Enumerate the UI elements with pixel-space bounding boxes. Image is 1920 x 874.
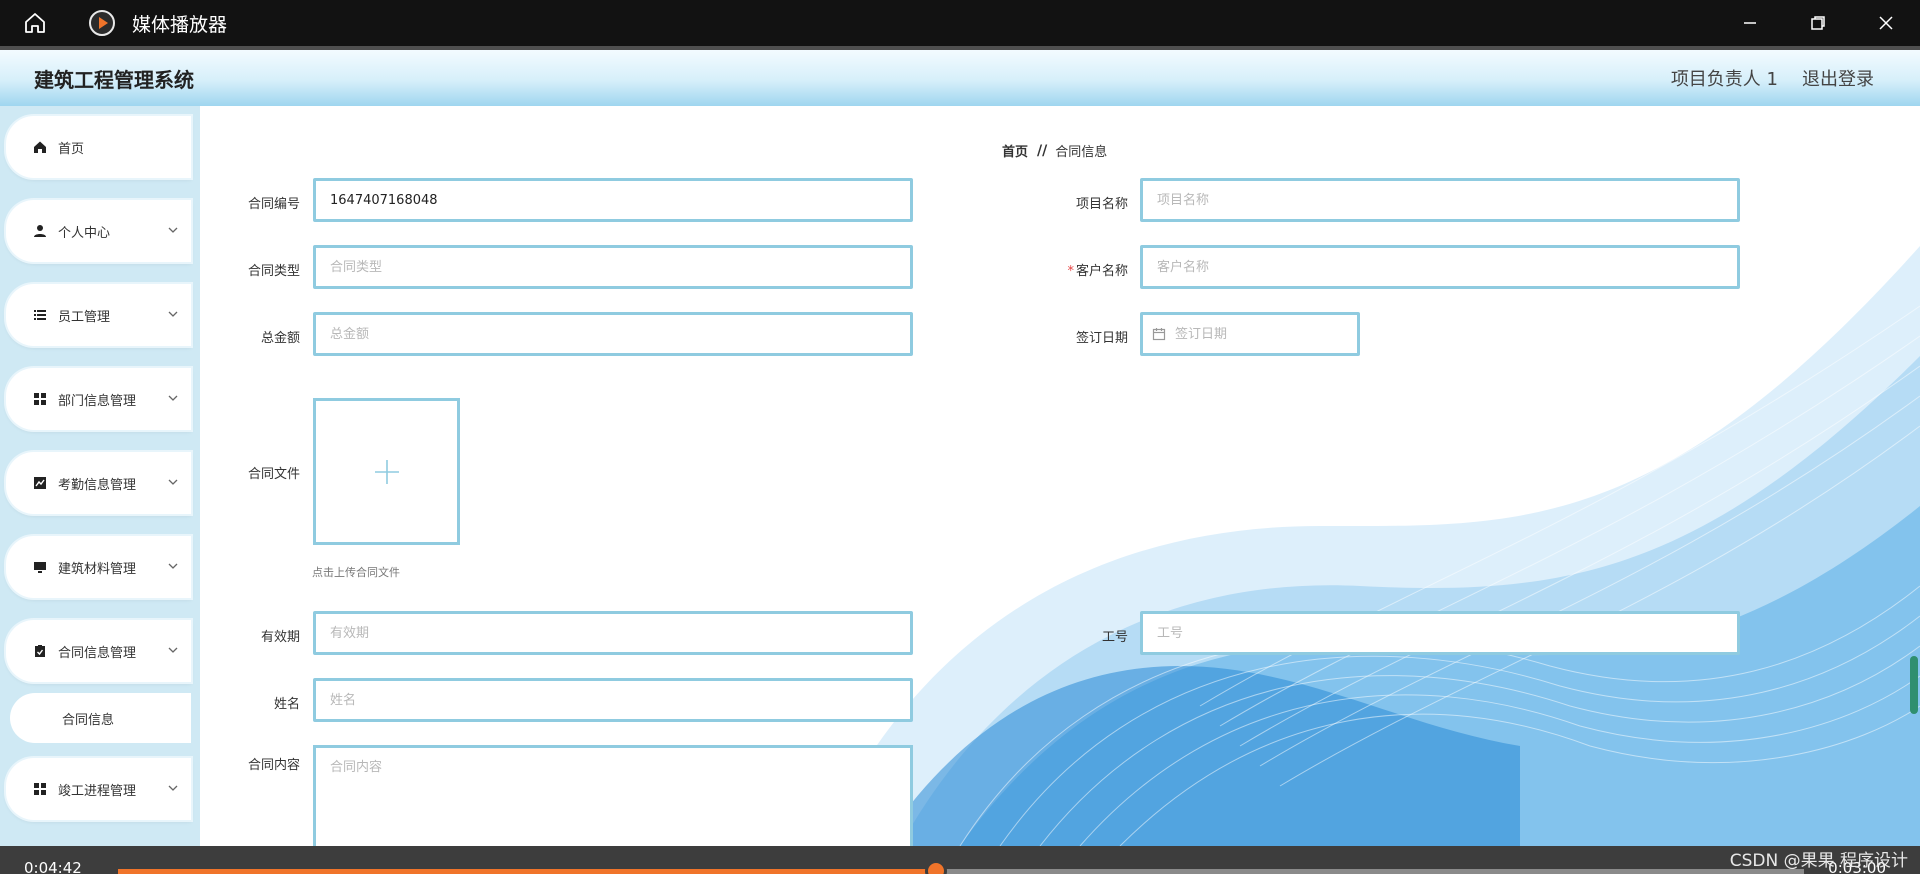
content-textarea[interactable] [313,745,913,846]
breadcrumb-separator: // [1037,142,1048,159]
player-title: 媒体播放器 [132,13,228,36]
player-control-bar: 0:04:42 0:03:00 CSDN @果果 程序设计 [0,846,1920,874]
logout-link[interactable]: 退出登录 [1802,65,1874,91]
sidebar-item-personal-center[interactable]: 个人中心 [6,200,191,262]
sidebar-item-attendance[interactable]: 考勤信息管理 [6,452,191,514]
window-controls [1716,0,1920,46]
list-icon [32,307,48,323]
sidebar-item-staff[interactable]: 员工管理 [6,284,191,346]
upload-hint: 点击上传合同文件 [312,566,400,579]
customer-name-label-text: 客户名称 [1075,264,1128,279]
sidebar-item-department[interactable]: 部门信息管理 [6,368,191,430]
breadcrumb-home[interactable]: 首页 [1002,141,1028,160]
total-amount-input[interactable] [313,312,913,356]
sidebar-item-label: 竣工进程管理 [58,783,137,799]
sidebar-item-label: 员工管理 [58,309,111,325]
contract-no-label: 合同编号 [247,197,300,212]
minimize-button[interactable] [1716,0,1784,46]
contract-type-input[interactable] [313,245,913,289]
chevron-down-icon [168,227,178,233]
sidebar: 首页 个人中心 员工管理 部门信息管理 考勤信息管理 建筑材料管理 合同信息管理… [0,106,200,846]
sign-date-input[interactable] [1140,312,1360,356]
breadcrumb-current: 合同信息 [1055,145,1108,160]
watermark-text: CSDN @果果 程序设计 [1729,851,1908,871]
content-label: 合同内容 [247,758,300,773]
chevron-down-icon [168,563,178,569]
sidebar-item-label: 合同信息管理 [58,645,137,661]
name-label: 姓名 [273,697,300,712]
contract-type-label: 合同类型 [247,264,300,279]
customer-name-label: * 客户名称 [1008,260,1128,279]
player-title-bar: 媒体播放器 [0,0,1920,46]
sign-date-label: 签订日期 [1075,331,1128,346]
sidebar-item-completion-progress[interactable]: 竣工进程管理 [6,758,191,820]
minimize-icon [1744,22,1756,24]
project-name-input[interactable] [1140,178,1740,222]
contract-file-upload[interactable] [313,398,460,545]
employee-no-label: 工号 [1101,630,1128,645]
sidebar-item-contract-management[interactable]: 合同信息管理 [6,620,191,682]
sidebar-subitem-contract-info[interactable]: 合同信息 [10,693,191,743]
home-outline-icon [25,13,45,33]
calendar-icon [1152,328,1166,341]
sidebar-item-label: 考勤信息管理 [58,477,137,493]
project-name-label: 项目名称 [1075,197,1128,212]
name-input[interactable] [313,678,913,722]
player-home-button[interactable] [12,0,58,46]
contract-file-label: 合同文件 [247,467,300,482]
current-user[interactable]: 项目负责人 1 [1671,65,1778,91]
grid-icon [32,781,48,797]
required-mark: * [1067,264,1074,279]
progress-fill [118,869,936,874]
validity-label: 有效期 [260,630,300,645]
sidebar-item-label: 建筑材料管理 [58,561,137,577]
restore-button[interactable] [1784,0,1852,46]
media-player-window: 媒体播放器 建筑工程管理系统 项目负责人 1 退出登录 首页 个人中心 员工管理… [0,0,1920,874]
home-icon [32,139,48,155]
total-amount-label: 总金额 [260,331,300,346]
sidebar-item-label: 部门信息管理 [58,393,137,409]
page-scrollbar-thumb[interactable] [1910,656,1918,714]
player-logo-icon [88,9,116,37]
employee-no-input[interactable] [1140,611,1740,655]
chevron-down-icon [168,311,178,317]
chevron-down-icon [168,395,178,401]
sidebar-item-materials[interactable]: 建筑材料管理 [6,536,191,598]
sidebar-item-home[interactable]: 首页 [6,116,191,178]
close-icon [1879,16,1893,30]
chevron-down-icon [168,479,178,485]
monitor-icon [32,559,48,575]
current-time: 0:04:42 [24,859,82,874]
sidebar-item-label: 首页 [58,141,85,157]
app-header: 建筑工程管理系统 项目负责人 1 退出登录 [0,46,1920,106]
user-icon [32,223,48,239]
chevron-down-icon [168,785,178,791]
sidebar-item-label: 个人中心 [58,225,111,241]
validity-input[interactable] [313,611,913,655]
chevron-down-icon [168,647,178,653]
customer-name-input[interactable] [1140,245,1740,289]
breadcrumb: 首页 // 合同信息 [1002,141,1108,161]
restore-icon [1811,16,1825,30]
main-content: 首页 // 合同信息 合同编号 项目名称 合同类型 *客户名称 总金额 签订日期… [200,106,1920,846]
progress-bar[interactable] [118,860,1804,874]
app-title: 建筑工程管理系统 [34,68,194,92]
chart-icon [32,475,48,491]
plus-icon [374,459,399,484]
progress-knob[interactable] [924,860,947,874]
contract-no-input[interactable] [313,178,913,222]
close-button[interactable] [1852,0,1920,46]
grid-icon [32,391,48,407]
clipboard-icon [32,643,48,659]
sidebar-subitem-label: 合同信息 [62,712,115,728]
